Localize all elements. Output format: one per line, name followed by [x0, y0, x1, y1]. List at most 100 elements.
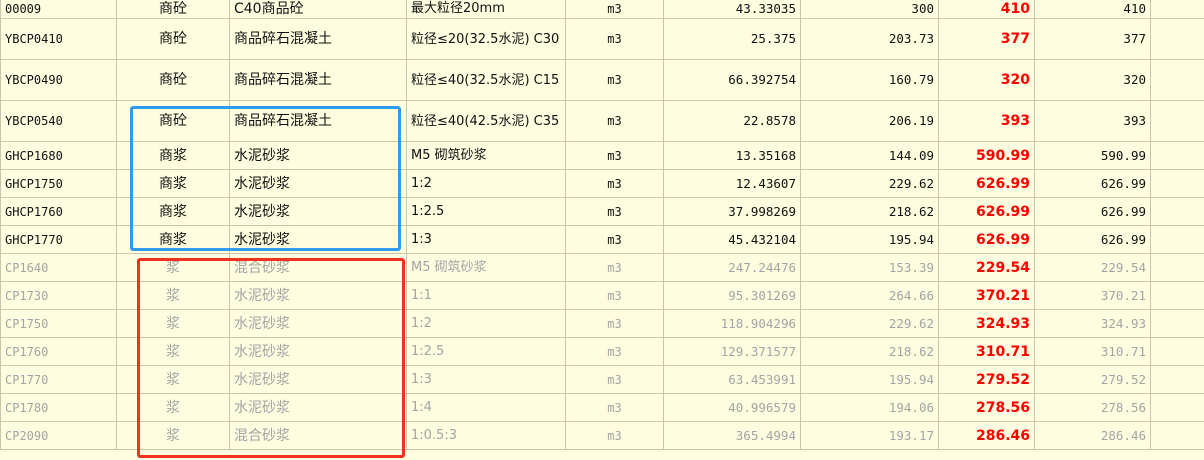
base-price-cell[interactable]: 144.09: [800, 141, 939, 170]
adjusted-price-cell[interactable]: 279.52: [938, 365, 1035, 394]
material-type-cell[interactable]: 浆: [116, 309, 230, 338]
base-price-cell[interactable]: 229.62: [800, 169, 939, 198]
material-name-cell[interactable]: 商品碎石混凝土: [229, 18, 407, 60]
material-type-cell[interactable]: 商浆: [116, 141, 230, 170]
material-type-cell[interactable]: 浆: [116, 393, 230, 422]
material-name-cell[interactable]: 水泥砂浆: [229, 281, 407, 310]
extra-value-cell[interactable]: 0: [1150, 169, 1204, 198]
extra-value-cell[interactable]: 0: [1150, 365, 1204, 394]
table-row[interactable]: CP1780 浆水泥砂浆 1:4 m3 40.996579 194.06 278.56 278…: [0, 393, 1204, 422]
extra-value-cell[interactable]: 0: [1150, 18, 1204, 60]
quantity-cell[interactable]: 365.4994: [663, 421, 801, 450]
material-spec-cell[interactable]: 粒径≤40(32.5水泥) C15: [406, 59, 566, 101]
unit-cell[interactable]: m3: [565, 421, 664, 450]
table-row[interactable]: 00009 商砼 C40商品砼 最大粒径20mm m3 43.33035 300 410 410: [0, 0, 1204, 19]
table-row[interactable]: YBCP0540 商砼 商品碎石混凝土 粒径≤40(42.5水泥) C35 m3 22.8…: [0, 100, 1204, 142]
extra-value-cell[interactable]: 0: [1150, 100, 1204, 142]
material-spec-cell[interactable]: 粒径≤40(42.5水泥) C35: [406, 100, 566, 142]
quantity-cell[interactable]: 45.432104: [663, 225, 801, 254]
material-code-cell[interactable]: YBCP0540: [0, 100, 117, 142]
adjusted-price-cell[interactable]: 229.54: [938, 253, 1035, 282]
material-type-cell[interactable]: 商砼: [116, 18, 230, 60]
adjusted-price-cell[interactable]: 626.99: [938, 169, 1035, 198]
quantity-cell[interactable]: 63.453991: [663, 365, 801, 394]
material-spec-cell[interactable]: M5 砌筑砂浆: [406, 253, 566, 282]
market-price-cell[interactable]: 393: [1034, 100, 1151, 142]
extra-value-cell[interactable]: 0: [1150, 393, 1204, 422]
base-price-cell[interactable]: 300: [800, 0, 939, 19]
unit-cell[interactable]: m3: [565, 225, 664, 254]
material-name-cell[interactable]: C40商品砼: [229, 0, 407, 19]
material-name-cell[interactable]: 水泥砂浆: [229, 393, 407, 422]
market-price-cell[interactable]: 370.21: [1034, 281, 1151, 310]
quantity-cell[interactable]: 247.24476: [663, 253, 801, 282]
adjusted-price-cell[interactable]: 410: [938, 0, 1035, 19]
base-price-cell[interactable]: 153.39: [800, 253, 939, 282]
material-code-cell[interactable]: CP1760: [0, 337, 117, 366]
market-price-cell[interactable]: 590.99: [1034, 141, 1151, 170]
quantity-cell[interactable]: 43.33035: [663, 0, 801, 19]
table-row[interactable]: CP1760 浆水泥砂浆 1:2.5 m3 129.371577 218.62 310.71…: [0, 337, 1204, 366]
material-spec-cell[interactable]: 1:4: [406, 393, 566, 422]
unit-cell[interactable]: m3: [565, 0, 664, 19]
material-spec-cell[interactable]: 1:3: [406, 225, 566, 254]
material-name-cell[interactable]: 水泥砂浆: [229, 309, 407, 338]
unit-cell[interactable]: m3: [565, 253, 664, 282]
base-price-cell[interactable]: 195.94: [800, 365, 939, 394]
material-name-cell[interactable]: 水泥砂浆: [229, 365, 407, 394]
adjusted-price-cell[interactable]: 393: [938, 100, 1035, 142]
material-spec-cell[interactable]: 1:3: [406, 365, 566, 394]
material-code-cell[interactable]: YBCP0490: [0, 59, 117, 101]
material-code-cell[interactable]: GHCP1680: [0, 141, 117, 170]
market-price-cell[interactable]: 278.56: [1034, 393, 1151, 422]
base-price-cell[interactable]: 218.62: [800, 337, 939, 366]
quantity-cell[interactable]: 118.904296: [663, 309, 801, 338]
adjusted-price-cell[interactable]: 590.99: [938, 141, 1035, 170]
unit-cell[interactable]: m3: [565, 100, 664, 142]
quantity-cell[interactable]: 95.301269: [663, 281, 801, 310]
extra-value-cell[interactable]: 0: [1150, 141, 1204, 170]
extra-value-cell[interactable]: 0: [1150, 309, 1204, 338]
material-code-cell[interactable]: CP1750: [0, 309, 117, 338]
table-row[interactable]: CP1770 浆水泥砂浆 1:3 m3 63.453991 195.94 279.52 279…: [0, 365, 1204, 394]
market-price-cell[interactable]: 626.99: [1034, 225, 1151, 254]
market-price-cell[interactable]: 229.54: [1034, 253, 1151, 282]
quantity-cell[interactable]: 25.375: [663, 18, 801, 60]
material-type-cell[interactable]: 浆: [116, 365, 230, 394]
extra-value-cell[interactable]: 0: [1150, 197, 1204, 226]
quantity-cell[interactable]: 40.996579: [663, 393, 801, 422]
unit-cell[interactable]: m3: [565, 59, 664, 101]
market-price-cell[interactable]: 626.99: [1034, 197, 1151, 226]
material-type-cell[interactable]: 商浆: [116, 169, 230, 198]
adjusted-price-cell[interactable]: 370.21: [938, 281, 1035, 310]
table-row[interactable]: CP2090 浆混合砂浆 1:0.5:3 m3 365.4994 193.17 286.46…: [0, 421, 1204, 450]
quantity-cell[interactable]: 13.35168: [663, 141, 801, 170]
extra-value-cell[interactable]: 0: [1150, 59, 1204, 101]
unit-cell[interactable]: m3: [565, 281, 664, 310]
market-price-cell[interactable]: 410: [1034, 0, 1151, 19]
material-name-cell[interactable]: 混合砂浆: [229, 421, 407, 450]
quantity-cell[interactable]: 37.998269: [663, 197, 801, 226]
material-code-cell[interactable]: GHCP1770: [0, 225, 117, 254]
base-price-cell[interactable]: 264.66: [800, 281, 939, 310]
base-price-cell[interactable]: 229.62: [800, 309, 939, 338]
material-type-cell[interactable]: 商砼: [116, 59, 230, 101]
quantity-cell[interactable]: 12.43607: [663, 169, 801, 198]
base-price-cell[interactable]: 206.19: [800, 100, 939, 142]
base-price-cell[interactable]: 218.62: [800, 197, 939, 226]
adjusted-price-cell[interactable]: 377: [938, 18, 1035, 60]
market-price-cell[interactable]: 279.52: [1034, 365, 1151, 394]
material-spec-cell[interactable]: 1:0.5:3: [406, 421, 566, 450]
material-name-cell[interactable]: 水泥砂浆: [229, 197, 407, 226]
material-spec-cell[interactable]: 最大粒径20mm: [406, 0, 566, 19]
market-price-cell[interactable]: 324.93: [1034, 309, 1151, 338]
material-type-cell[interactable]: 浆: [116, 253, 230, 282]
unit-cell[interactable]: m3: [565, 18, 664, 60]
material-code-cell[interactable]: 00009: [0, 0, 117, 19]
unit-cell[interactable]: m3: [565, 337, 664, 366]
base-price-cell[interactable]: 203.73: [800, 18, 939, 60]
base-price-cell[interactable]: 194.06: [800, 393, 939, 422]
market-price-cell[interactable]: 377: [1034, 18, 1151, 60]
quantity-cell[interactable]: 22.8578: [663, 100, 801, 142]
material-name-cell[interactable]: 商品碎石混凝土: [229, 59, 407, 101]
